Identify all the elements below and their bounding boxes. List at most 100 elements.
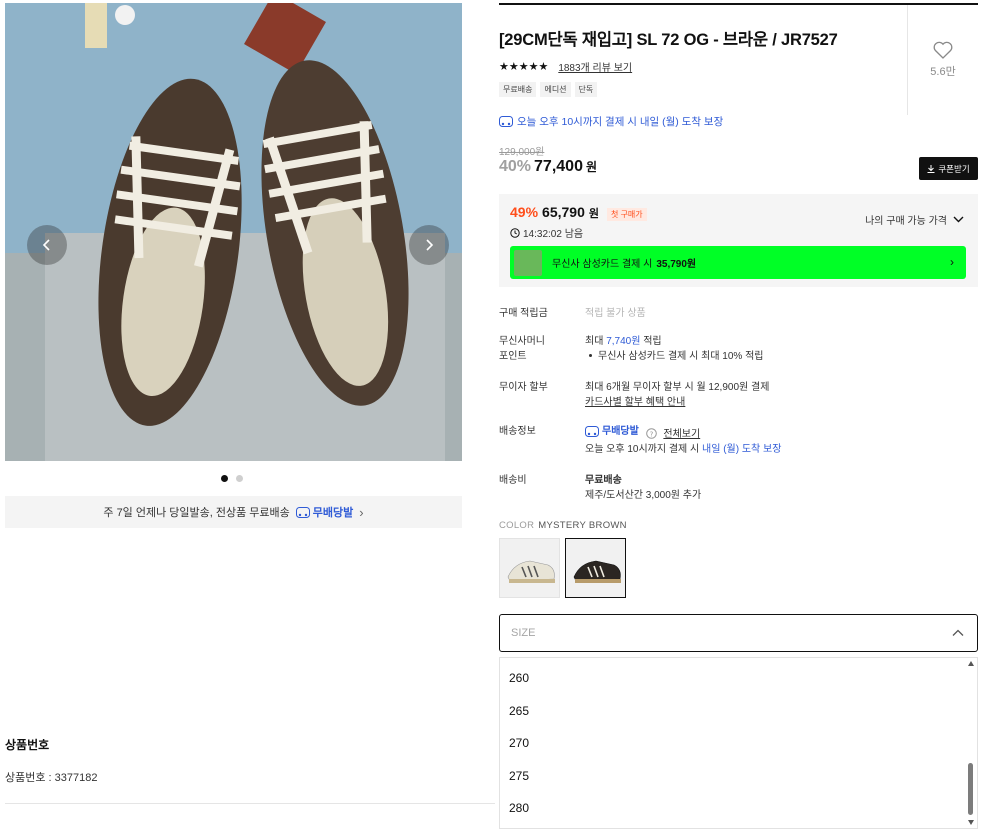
- size-select[interactable]: SIZE: [499, 614, 978, 652]
- shipping-view-all-link[interactable]: 전체보기: [663, 429, 700, 440]
- money-label-line1: 무신사머니: [499, 336, 545, 347]
- discount-rate: 40%: [499, 158, 532, 175]
- money-suffix: 적립: [640, 336, 662, 347]
- scrollbar-thumb[interactable]: [968, 763, 973, 815]
- money-label: 무신사머니포인트: [499, 334, 579, 364]
- product-number-heading: 상품번호: [5, 738, 50, 752]
- product-number-value: 상품번호 : 3377182: [5, 772, 98, 784]
- size-option[interactable]: 265: [509, 704, 529, 718]
- shipping-note-highlight: 내일 (월) 도착 보장: [702, 444, 782, 455]
- installment-text: 최대 6개월 무이자 할부 시 월 12,900원 결제: [585, 382, 770, 393]
- download-icon: [927, 164, 935, 173]
- installment-link[interactable]: 카드사별 할부 혜택 안내: [585, 397, 685, 408]
- card-image-icon: [514, 249, 542, 276]
- installment-label: 무이자 할부: [499, 382, 548, 393]
- size-option[interactable]: 275: [509, 769, 529, 783]
- size-dropdown-list[interactable]: 260 265 270 275 280: [499, 657, 978, 829]
- gallery-pagination: [221, 475, 243, 482]
- scroll-up-arrow-icon[interactable]: [968, 661, 974, 666]
- best-price-row: 49% 65,790 원 첫 구매가: [510, 204, 647, 221]
- product-title: [29CM단독 재입고] SL 72 OG - 브라운 / JR7527: [499, 31, 838, 49]
- shipping-info-value: 무배당발 ? 전체보기 오늘 오후 10시까지 결제 시 내일 (월) 도착 보…: [585, 424, 965, 457]
- gallery-next-button[interactable]: [409, 225, 449, 265]
- clock-icon: [510, 227, 520, 238]
- like-button[interactable]: 5.6만: [907, 5, 978, 115]
- tag-exclusive: 단독: [574, 82, 598, 97]
- color-label: COLOR: [499, 520, 535, 531]
- delivery-truck-icon: [585, 426, 599, 437]
- best-discount-rate: 49%: [510, 204, 539, 220]
- countdown-text: 14:32:02 남음: [523, 229, 584, 240]
- shipping-brand: 무배당발: [585, 424, 639, 439]
- shipping-fee-text: 무료배송: [585, 475, 622, 486]
- installment-value: 최대 6개월 무이자 할부 시 월 12,900원 결제 카드사별 할부 혜택 …: [585, 380, 965, 410]
- tag-free-shipping: 무료배송: [499, 82, 537, 97]
- help-icon[interactable]: ?: [645, 428, 657, 439]
- size-option[interactable]: 270: [509, 736, 529, 750]
- like-count: 5.6만: [930, 66, 956, 78]
- sale-price: 77,400: [534, 158, 583, 175]
- money-prefix: 최대: [585, 336, 607, 347]
- sale-price-row: 40% 77,400 원: [499, 158, 597, 176]
- money-value: 최대 7,740원 적립 무신사 삼성카드 결제 시 최대 10% 적립: [585, 334, 965, 364]
- delivery-guarantee: 오늘 오후 10시까지 결제 시 내일 (월) 도착 보장: [499, 114, 723, 129]
- shipping-promo-text: 주 7일 언제나 당일발송, 전상품 무료배송: [103, 507, 290, 519]
- chevron-up-icon: [952, 629, 964, 636]
- first-purchase-badge: 첫 구매가: [606, 208, 647, 221]
- color-swatch-white[interactable]: [499, 538, 560, 598]
- shoe-thumbnail-brown: [573, 560, 621, 583]
- gallery-dot[interactable]: [236, 475, 243, 482]
- price-unit: 원: [585, 160, 598, 174]
- shipping-brand-label: 무배당발: [602, 426, 639, 437]
- best-price-box: 49% 65,790 원 첫 구매가 나의 구매 가능 가격 14:32:02 …: [499, 194, 978, 287]
- coupon-button[interactable]: 쿠폰받기: [919, 157, 978, 180]
- product-tags: 무료배송 에디션 단독: [499, 82, 598, 97]
- points-label: 구매 적립금: [499, 308, 548, 319]
- heart-icon: [933, 41, 953, 59]
- coupon-button-label: 쿠폰받기: [938, 163, 970, 174]
- shoe-thumbnail-white: [507, 560, 555, 583]
- money-label-line2: 포인트: [499, 351, 527, 362]
- card-benefit-price: 35,790원: [656, 259, 697, 270]
- best-price: 65,790: [542, 204, 585, 220]
- delivery-truck-icon: [295, 506, 310, 518]
- size-select-placeholder: SIZE: [511, 627, 536, 639]
- delivery-guarantee-text: 오늘 오후 10시까지 결제 시 내일 (월) 도착 보장: [517, 116, 724, 128]
- chevron-left-icon: [42, 239, 50, 251]
- rating-row: ★★★★★ 1883개 리뷰 보기: [499, 59, 632, 74]
- points-value: 적립 불가 상품: [585, 308, 646, 319]
- star-rating: ★★★★★: [499, 61, 549, 73]
- gallery-prev-button[interactable]: [27, 225, 67, 265]
- money-amount: 7,740원: [606, 336, 641, 347]
- product-photo: [5, 3, 462, 461]
- money-bullet: 무신사 삼성카드 결제 시 최대 10% 적립: [598, 351, 764, 362]
- shipping-note-prefix: 오늘 오후 10시까지 결제 시: [585, 444, 703, 455]
- chevron-right-icon: ›: [359, 504, 364, 520]
- scroll-down-arrow-icon[interactable]: [968, 820, 974, 825]
- svg-text:?: ?: [649, 430, 653, 438]
- delivery-truck-icon: [499, 116, 513, 127]
- shipping-promo-brand: 무배당발: [295, 504, 354, 520]
- shipping-promo-banner[interactable]: 주 7일 언제나 당일발송, 전상품 무료배송 무배당발 ›: [5, 496, 462, 528]
- tag-edition: 에디션: [540, 82, 571, 97]
- product-image-gallery[interactable]: [5, 3, 462, 461]
- countdown-timer: 14:32:02 남음: [510, 225, 583, 240]
- gallery-dot-active[interactable]: [221, 475, 228, 482]
- best-price-unit: 원: [588, 208, 599, 220]
- chevron-right-icon: [426, 239, 434, 251]
- shipping-promo-brand-label: 무배당발: [312, 507, 354, 519]
- chevron-down-icon: [953, 216, 964, 223]
- shipping-fee-note: 제주/도서산간 3,000원 추가: [585, 490, 702, 501]
- review-link[interactable]: 1883개 리뷰 보기: [558, 59, 632, 74]
- bullet-icon: [589, 353, 592, 357]
- chevron-right-icon: ›: [950, 255, 954, 269]
- size-option[interactable]: 260: [509, 671, 529, 685]
- size-option[interactable]: 280: [509, 801, 529, 815]
- my-price-label: 나의 구매 가능 가격: [865, 216, 947, 227]
- original-price: 129,000원: [499, 147, 545, 158]
- color-swatch-brown[interactable]: [565, 538, 626, 598]
- my-price-toggle[interactable]: 나의 구매 가능 가격: [865, 212, 964, 227]
- card-benefit-banner[interactable]: 무신사 삼성카드 결제 시 35,790원 ›: [510, 246, 966, 279]
- shipping-fee-value: 무료배송 제주/도서산간 3,000원 추가: [585, 473, 965, 503]
- divider: [5, 803, 495, 804]
